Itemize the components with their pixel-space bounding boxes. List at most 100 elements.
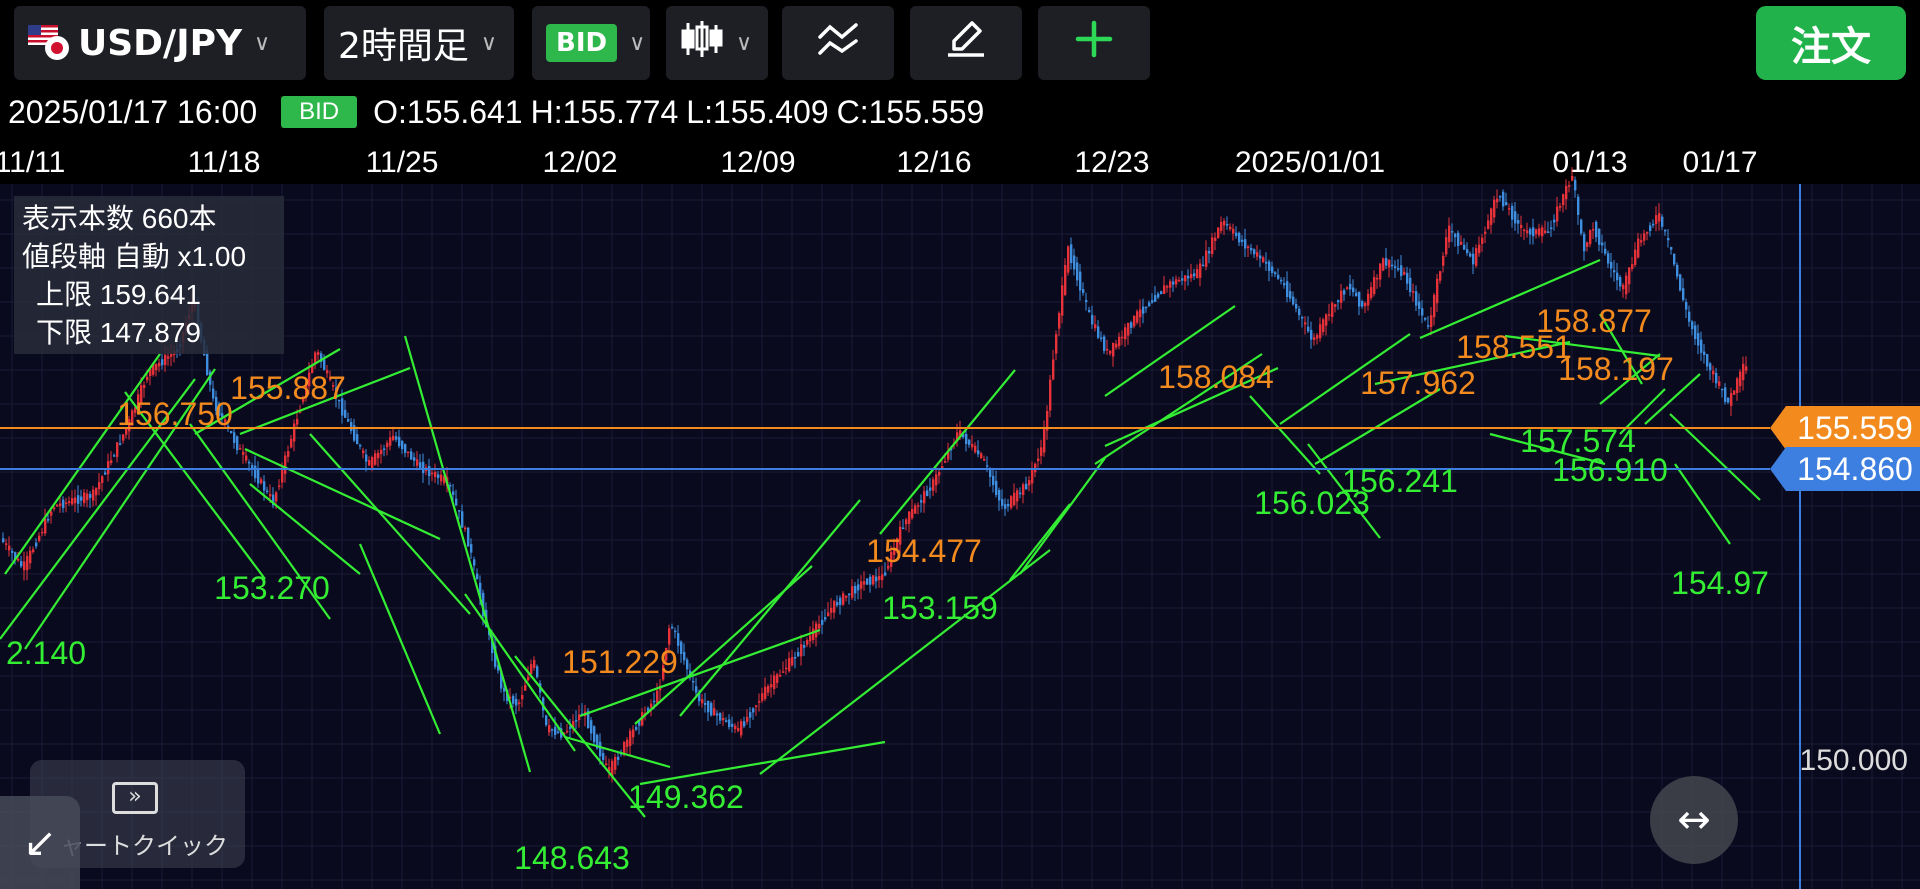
- candle-body: [395, 436, 398, 440]
- candle-body: [1049, 379, 1052, 411]
- drawing-tool-button[interactable]: [910, 6, 1022, 80]
- candle-body: [1445, 237, 1448, 255]
- candle-body: [401, 440, 404, 450]
- candle-body: [422, 461, 425, 474]
- candle-body: [1727, 397, 1730, 403]
- open-value: O:155.641: [373, 93, 523, 130]
- candle-body: [1373, 276, 1376, 295]
- candle-body: [878, 576, 881, 581]
- candle-body: [1238, 232, 1241, 243]
- candle-body: [1715, 372, 1718, 384]
- candle-body: [1334, 304, 1337, 307]
- candle-body: [1649, 225, 1652, 232]
- candle-body: [527, 676, 530, 681]
- currency-pair-label: USD/JPY: [78, 22, 243, 64]
- candle-body: [77, 495, 80, 504]
- candle-body: [236, 436, 239, 451]
- candle-body: [1712, 370, 1715, 375]
- price-chart[interactable]: 11/11 11/18 11/25 12/02 12/09 12/16 12/23 2025/…: [0, 134, 1920, 889]
- candle-body: [614, 756, 617, 770]
- candle-body: [1160, 291, 1163, 295]
- candle-body: [683, 651, 686, 661]
- candle-body: [965, 433, 968, 445]
- candle-body: [1298, 308, 1301, 316]
- candle-body: [263, 481, 266, 491]
- candle-body: [1193, 273, 1196, 277]
- candle-body: [1424, 317, 1427, 320]
- candle-body: [50, 511, 53, 516]
- candle-body: [1640, 240, 1643, 243]
- candle-body: [1244, 239, 1247, 249]
- candle-body: [1148, 302, 1151, 307]
- candle-body: [1469, 253, 1472, 257]
- candle-body: [53, 507, 56, 510]
- candle-body: [521, 695, 524, 700]
- candle-body: [380, 449, 383, 455]
- high-value: H:155.774: [530, 93, 679, 130]
- candle-body: [281, 468, 284, 483]
- candle-body: [800, 644, 803, 657]
- candle-body: [68, 501, 71, 504]
- collapse-icon[interactable]: ↙: [0, 796, 80, 889]
- candle-body: [518, 702, 521, 704]
- candle-body: [713, 708, 716, 716]
- candle-body: [704, 702, 707, 705]
- horizontal-resize-icon[interactable]: ↔: [1650, 776, 1738, 864]
- candle-body: [1544, 230, 1547, 233]
- add-button[interactable]: [1038, 6, 1150, 80]
- candle-body: [914, 505, 917, 514]
- currency-pair-selector[interactable]: USD/JPY ∨: [14, 6, 306, 80]
- candle-body: [416, 459, 419, 466]
- candle-body: [242, 451, 245, 455]
- candle-body: [317, 352, 320, 355]
- candle-body: [593, 726, 596, 743]
- candle-body: [743, 721, 746, 727]
- timeframe-selector[interactable]: 2時間足 ∨: [324, 6, 514, 80]
- candle-body: [1460, 241, 1463, 245]
- indicator-button[interactable]: [782, 6, 894, 80]
- candle-body: [1067, 246, 1070, 273]
- candle-body: [1139, 309, 1142, 318]
- price-type-selector[interactable]: BID ∨: [532, 6, 650, 80]
- candle-body: [113, 455, 116, 457]
- price-tag-label: 154.860: [1797, 451, 1913, 487]
- candle-body: [1736, 378, 1739, 393]
- candle-body: [1643, 233, 1646, 241]
- candle-body: [1268, 261, 1271, 271]
- chart-quick-label: ャートクイック: [60, 832, 228, 860]
- candle-body: [386, 442, 389, 448]
- candle-body: [716, 713, 719, 716]
- candle-body: [1487, 220, 1490, 229]
- candle-body: [1133, 315, 1136, 327]
- candle-body: [1058, 313, 1061, 329]
- candle-body: [755, 705, 758, 707]
- candle-body: [95, 488, 98, 496]
- candlestick-chart-svg[interactable]: 11/11 11/18 11/25 12/02 12/09 12/16 12/23 2025/…: [0, 134, 1920, 889]
- candle-body: [1523, 229, 1526, 232]
- price-annotation: 158.877: [1536, 303, 1652, 339]
- candle-body: [1646, 232, 1649, 234]
- candle-body: [1103, 336, 1106, 351]
- candle-body: [1718, 381, 1721, 386]
- candle-body: [746, 716, 749, 722]
- candle-body: [911, 508, 914, 519]
- candle-body: [1124, 327, 1127, 340]
- candle-body: [428, 465, 431, 477]
- candle-body: [269, 494, 272, 497]
- candle-body: [1577, 196, 1580, 215]
- candle-body: [968, 439, 971, 445]
- candle-body: [1340, 290, 1343, 303]
- candle-body: [1025, 483, 1028, 490]
- candle-body: [653, 700, 656, 703]
- order-button[interactable]: 注文: [1756, 6, 1906, 80]
- candle-body: [1277, 274, 1280, 279]
- candle-body: [1136, 311, 1139, 323]
- pencil-icon: [944, 19, 988, 68]
- candle-body: [398, 436, 401, 447]
- candle-body: [1253, 249, 1256, 255]
- candle-body: [1676, 264, 1679, 277]
- candle-body: [1658, 213, 1661, 222]
- chart-type-selector[interactable]: ∨: [666, 6, 768, 80]
- candle-body: [1721, 388, 1724, 391]
- candle-body: [455, 498, 458, 506]
